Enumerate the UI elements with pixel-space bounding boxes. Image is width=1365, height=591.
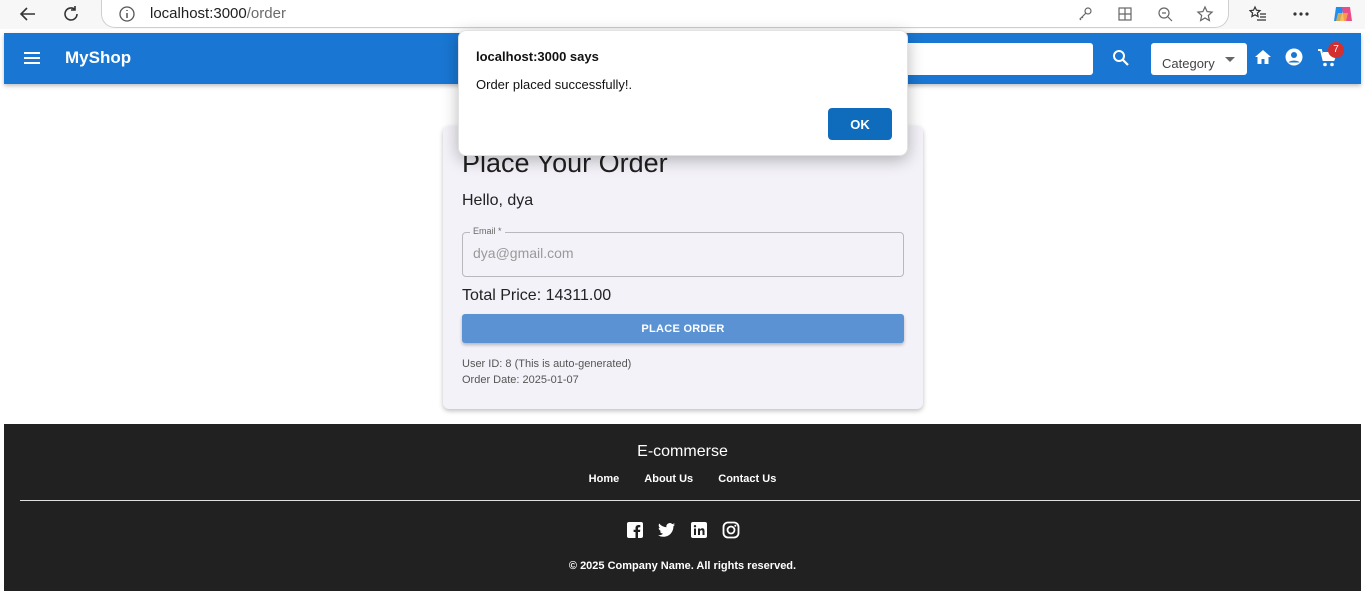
- twitter-icon[interactable]: [657, 521, 676, 539]
- home-icon[interactable]: [1254, 48, 1272, 71]
- footer: E-commerse Home About Us Contact Us © 20…: [4, 424, 1361, 591]
- back-icon[interactable]: [15, 2, 41, 26]
- brand-title[interactable]: MyShop: [65, 48, 131, 68]
- ok-button[interactable]: OK: [828, 108, 892, 140]
- address-bar[interactable]: localhost:3000/order: [101, 0, 1229, 28]
- key-icon[interactable]: [1075, 4, 1095, 24]
- instagram-icon[interactable]: [722, 521, 740, 539]
- category-select[interactable]: Category: [1151, 43, 1247, 75]
- app-available-icon[interactable]: [1115, 4, 1135, 24]
- facebook-icon[interactable]: [626, 521, 644, 539]
- menu-icon[interactable]: [22, 49, 42, 72]
- email-field[interactable]: Email *: [462, 226, 904, 277]
- footer-links: Home About Us Contact Us: [4, 473, 1361, 485]
- category-label: Category: [1162, 56, 1215, 71]
- footer-title: E-commerse: [637, 443, 728, 460]
- copilot-icon[interactable]: [1332, 3, 1354, 25]
- dialog-title: localhost:3000 says: [476, 49, 599, 64]
- linkedin-icon[interactable]: [690, 521, 708, 539]
- site-info-icon[interactable]: [118, 5, 136, 28]
- email-label: Email *: [470, 226, 505, 236]
- favorite-star-icon[interactable]: [1195, 4, 1215, 24]
- account-icon[interactable]: [1285, 48, 1303, 71]
- order-card: Place Your Order Hello, dya Email * Tota…: [443, 126, 923, 409]
- greeting-text: Hello, dya: [462, 192, 534, 209]
- chevron-down-icon: [1225, 57, 1235, 62]
- zoom-icon[interactable]: [1155, 4, 1175, 24]
- social-links: [4, 521, 1361, 539]
- place-order-button[interactable]: PLACE ORDER: [462, 314, 904, 343]
- footer-link-home[interactable]: Home: [589, 473, 620, 485]
- url-text: localhost:3000/order: [150, 5, 286, 22]
- reload-icon[interactable]: [58, 2, 84, 26]
- order-date-text: Order Date: 2025-01-07: [462, 374, 579, 386]
- favorites-list-icon[interactable]: [1247, 3, 1269, 25]
- search-icon[interactable]: [1112, 49, 1130, 72]
- more-menu-icon[interactable]: [1290, 3, 1312, 25]
- footer-link-about[interactable]: About Us: [644, 473, 693, 485]
- browser-toolbar: localhost:3000/order: [0, 0, 1365, 29]
- dialog-message: Order placed successfully!.: [476, 77, 633, 92]
- cart-count-badge: 7: [1328, 42, 1344, 58]
- email-input[interactable]: [473, 245, 873, 261]
- user-id-text: User ID: 8 (This is auto-generated): [462, 358, 632, 370]
- copyright-text: © 2025 Company Name. All rights reserved…: [568, 560, 797, 572]
- search-input[interactable]: [884, 43, 1093, 75]
- alert-dialog: localhost:3000 says Order placed success…: [458, 30, 908, 156]
- total-price: Total Price: 14311.00: [462, 287, 612, 304]
- footer-divider: [20, 500, 1360, 501]
- footer-link-contact[interactable]: Contact Us: [718, 473, 776, 485]
